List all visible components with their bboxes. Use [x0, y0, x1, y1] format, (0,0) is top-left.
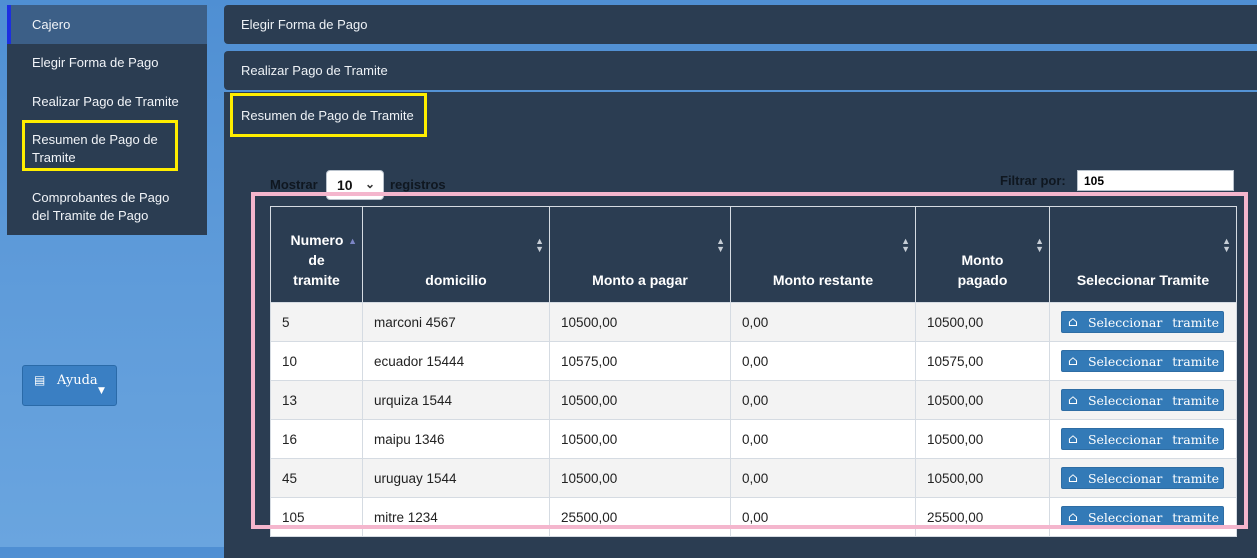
sidebar-item-label: Realizar Pago de Tramite	[32, 94, 179, 109]
page-length-prefix: Mostrar	[270, 177, 318, 192]
panel-title: Realizar Pago de Tramite	[241, 63, 388, 78]
list-icon: ▤	[34, 373, 46, 387]
help-label: Ayuda	[57, 373, 98, 388]
panel-header-realizar-pago[interactable]: Realizar Pago de Tramite	[224, 51, 1257, 90]
caret-down-icon: ▼	[98, 386, 105, 396]
sidebar-item-cajero[interactable]: Cajero	[7, 5, 207, 44]
sidebar-item-label: Comprobantes de Pago del Tramite de Pago	[32, 190, 170, 223]
sidebar-item-comprobantes[interactable]: Comprobantes de Pago del Tramite de Pago	[7, 189, 187, 225]
sidebar-item-label: Cajero	[32, 16, 71, 32]
chevron-down-icon: ⌄	[365, 177, 376, 191]
sidebar-highlight-box	[22, 120, 178, 171]
sidebar-item-realizar-pago[interactable]: Realizar Pago de Tramite	[7, 93, 207, 111]
table-highlight-box	[251, 192, 1248, 529]
panel-highlight-box	[230, 93, 427, 137]
panel-title: Elegir Forma de Pago	[241, 17, 368, 32]
filter-input[interactable]	[1077, 170, 1234, 191]
sidebar-item-label: Elegir Forma de Pago	[32, 55, 159, 70]
sidebar-item-elegir-forma-de-pago[interactable]: Elegir Forma de Pago	[7, 54, 207, 72]
help-dropdown-button[interactable]: ▤ Ayuda ▼	[22, 365, 117, 406]
filter-label: Filtrar por:	[1000, 173, 1066, 188]
page-length-value: 10	[337, 177, 353, 193]
panel-header-elegir-forma[interactable]: Elegir Forma de Pago	[224, 5, 1257, 44]
page-length-suffix: registros	[390, 177, 446, 192]
